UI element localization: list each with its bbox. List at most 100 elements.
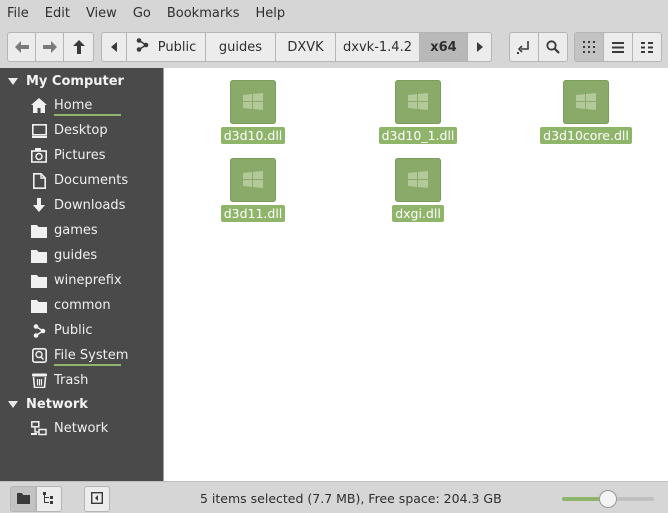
menu-bookmarks[interactable]: Bookmarks — [167, 6, 240, 21]
sidebar-item-label: wineprefix — [54, 273, 122, 288]
sidebar-item-public[interactable]: Public — [0, 318, 163, 343]
menu-help[interactable]: Help — [255, 6, 285, 21]
sidebar-item-label: common — [54, 298, 111, 313]
network-icon — [29, 421, 49, 436]
documents-icon — [29, 172, 49, 189]
sidebar-toggle-icon — [90, 491, 104, 507]
file-name: d3d11.dll — [220, 205, 286, 222]
sidebar-item-label: Home — [54, 98, 93, 113]
breadcrumb-dxvk-version[interactable]: dxvk-1.4.2 — [335, 32, 420, 62]
trash-icon — [29, 373, 49, 388]
zoom-slider-knob[interactable] — [599, 490, 617, 508]
file-view[interactable]: d3d10.dll d3d10_1.dll d3d10core.dll d3d1… — [163, 68, 668, 481]
sidebar-item-network[interactable]: Network — [0, 416, 163, 441]
chevron-right-icon — [476, 42, 483, 52]
icon-view-button[interactable] — [574, 32, 604, 62]
folder-icon — [29, 249, 49, 263]
toggle-location-button[interactable] — [509, 32, 539, 62]
sidebar: My Computer Home Desktop Pictures Docume… — [0, 68, 163, 481]
breadcrumb-guides[interactable]: guides — [205, 32, 276, 62]
list-view-icon — [612, 41, 624, 53]
downloads-icon — [29, 198, 49, 213]
desktop-icon — [29, 123, 49, 138]
sidebar-item-wineprefix[interactable]: wineprefix — [0, 268, 163, 293]
file-item[interactable]: d3d10_1.dll — [378, 80, 458, 144]
show-tree-button[interactable] — [36, 486, 62, 512]
share-icon — [136, 38, 149, 56]
expand-triangle-icon — [0, 77, 26, 85]
arrow-left-icon — [14, 41, 29, 53]
breadcrumb-public[interactable]: Public — [126, 32, 206, 62]
breadcrumb-dxvk[interactable]: DXVK — [275, 32, 336, 62]
dll-file-icon — [395, 158, 441, 202]
show-places-button[interactable] — [10, 486, 36, 512]
breadcrumb-scroll-right[interactable] — [467, 32, 492, 62]
pictures-icon — [29, 148, 49, 163]
sidebar-item-downloads[interactable]: Downloads — [0, 193, 163, 218]
menu-file[interactable]: File — [7, 6, 29, 21]
tree-icon — [43, 491, 55, 507]
section-header-network[interactable]: Network — [0, 392, 163, 416]
sidebar-item-guides[interactable]: guides — [0, 243, 163, 268]
dll-file-icon — [230, 80, 276, 124]
location-entry-icon — [517, 40, 531, 54]
toggle-sidebar-button[interactable] — [84, 486, 110, 512]
sidebar-item-pictures[interactable]: Pictures — [0, 143, 163, 168]
section-title: Network — [26, 396, 88, 412]
compact-view-button[interactable] — [632, 32, 662, 62]
search-button[interactable] — [538, 32, 568, 62]
folder-icon — [29, 299, 49, 313]
file-item[interactable]: d3d10core.dll — [540, 80, 632, 144]
sidebar-item-label: Trash — [54, 373, 89, 388]
status-text: 5 items selected (7.7 MB), Free space: 2… — [200, 491, 502, 506]
home-icon — [29, 98, 49, 113]
sidebar-item-label: Pictures — [54, 148, 106, 163]
zoom-slider[interactable] — [562, 490, 654, 508]
breadcrumb-x64[interactable]: x64 — [419, 32, 468, 62]
file-item[interactable]: d3d11.dll — [220, 158, 286, 222]
drive-icon — [29, 348, 49, 363]
arrow-up-icon — [72, 40, 85, 54]
sidebar-item-label: File System — [54, 348, 129, 363]
sidebar-item-common[interactable]: common — [0, 293, 163, 318]
breadcrumb-label: dxvk-1.4.2 — [343, 39, 412, 55]
menubar: File Edit View Go Bookmarks Help — [0, 0, 668, 27]
share-icon — [29, 323, 49, 338]
file-name: d3d10.dll — [220, 127, 286, 144]
sidebar-item-documents[interactable]: Documents — [0, 168, 163, 193]
sidebar-item-label: Public — [54, 323, 93, 338]
sidebar-item-desktop[interactable]: Desktop — [0, 118, 163, 143]
breadcrumb-label: DXVK — [287, 39, 324, 55]
menu-go[interactable]: Go — [133, 6, 151, 21]
menu-edit[interactable]: Edit — [45, 6, 70, 21]
back-button[interactable] — [7, 32, 36, 62]
up-button[interactable] — [63, 32, 94, 62]
sidebar-item-games[interactable]: games — [0, 218, 163, 243]
sidebar-item-label: Downloads — [54, 198, 126, 213]
file-item[interactable]: dxgi.dll — [392, 158, 444, 222]
breadcrumb-scroll-left[interactable] — [101, 32, 127, 62]
sidebar-item-label: games — [54, 223, 98, 238]
search-icon — [546, 40, 560, 54]
list-view-button[interactable] — [603, 32, 633, 62]
chevron-left-icon — [111, 42, 117, 52]
sidebar-item-trash[interactable]: Trash — [0, 368, 163, 393]
breadcrumb-label: x64 — [430, 39, 457, 55]
section-header-my-computer[interactable]: My Computer — [0, 69, 163, 93]
icon-view-icon — [583, 41, 595, 53]
usage-bar — [54, 114, 121, 116]
file-item[interactable]: d3d10.dll — [220, 80, 286, 144]
menu-view[interactable]: View — [86, 6, 117, 21]
statusbar: 5 items selected (7.7 MB), Free space: 2… — [0, 481, 668, 513]
breadcrumb-label: guides — [218, 39, 263, 55]
toolbar: Public guides DXVK dxvk-1.4.2 x64 — [0, 27, 668, 68]
section-title: My Computer — [26, 73, 124, 89]
file-name: dxgi.dll — [392, 205, 444, 222]
folder-icon — [29, 224, 49, 238]
sidebar-item-label: guides — [54, 248, 98, 263]
forward-button[interactable] — [35, 32, 64, 62]
sidebar-item-label: Desktop — [54, 123, 108, 138]
file-name: d3d10core.dll — [540, 127, 632, 144]
dll-file-icon — [563, 80, 609, 124]
usage-bar — [54, 364, 121, 366]
